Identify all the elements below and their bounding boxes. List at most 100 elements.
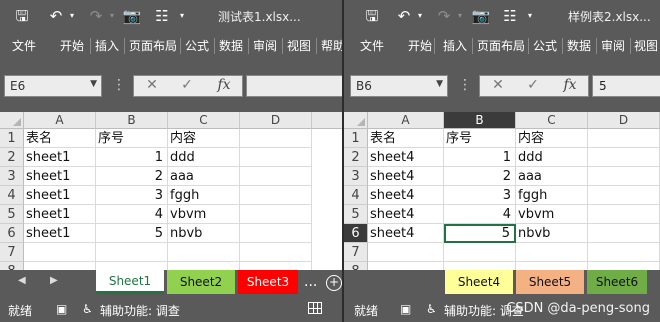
table-cell[interactable]: 3 xyxy=(444,186,516,205)
redo-dropdown-icon[interactable]: ▾ xyxy=(106,6,118,26)
more-sheets-button[interactable]: ... xyxy=(304,274,317,290)
redo-icon[interactable]: ↷ xyxy=(434,6,454,26)
table-cell[interactable]: 序号 xyxy=(96,129,168,148)
table-cell[interactable]: 4 xyxy=(444,205,516,224)
table-cell[interactable]: nbvb xyxy=(516,224,588,243)
tab-insert[interactable]: 插入 xyxy=(95,37,119,54)
customize-toolbar-icon[interactable]: ▾ xyxy=(176,6,188,26)
function-icon[interactable]: fx xyxy=(560,77,580,93)
table-cell[interactable] xyxy=(588,129,660,148)
table-cell[interactable] xyxy=(240,205,312,224)
tab-home[interactable]: 开始 xyxy=(408,37,432,54)
normal-view-icon[interactable] xyxy=(308,302,322,314)
row-header[interactable]: 1 xyxy=(344,129,368,148)
sheet-tab-sheet6[interactable]: Sheet6 xyxy=(587,270,647,294)
chevron-down-icon[interactable]: ▼ xyxy=(90,79,97,89)
formula-bar-grip-icon[interactable]: ⋮ xyxy=(458,75,472,97)
table-cell[interactable]: ddd xyxy=(168,148,240,167)
tab-formulas[interactable]: 公式 xyxy=(185,37,209,54)
table-cell[interactable] xyxy=(240,167,312,186)
table-cell[interactable] xyxy=(588,148,660,167)
check-icon[interactable]: ✓ xyxy=(177,77,197,93)
formula-input[interactable] xyxy=(246,75,342,97)
name-box[interactable]: B6 ▼ xyxy=(350,75,448,97)
row-header[interactable]: 4 xyxy=(344,186,368,205)
tab-review[interactable]: 审阅 xyxy=(601,37,625,54)
column-header[interactable]: C xyxy=(516,112,588,129)
table-cell[interactable] xyxy=(24,243,96,262)
table-cell[interactable]: sheet1 xyxy=(24,148,96,167)
table-cell[interactable] xyxy=(588,243,660,262)
table-cell[interactable]: sheet4 xyxy=(368,186,444,205)
sheet-tab-sheet3[interactable]: Sheet3 xyxy=(238,270,298,294)
camera-icon[interactable]: 📷 xyxy=(471,6,491,26)
tab-view[interactable]: 视图 xyxy=(287,37,311,54)
table-cell[interactable]: 1 xyxy=(444,148,516,167)
name-box[interactable]: E6 ▼ xyxy=(4,75,102,97)
column-header-partial[interactable] xyxy=(312,112,342,129)
table-cell[interactable]: 内容 xyxy=(168,129,240,148)
row-header[interactable]: 7 xyxy=(344,243,368,262)
table-cell[interactable]: fggh xyxy=(516,186,588,205)
formula-input[interactable]: 5 xyxy=(592,75,660,97)
sheet-tab-sheet5[interactable]: Sheet5 xyxy=(516,270,584,294)
tab-file[interactable]: 文件 xyxy=(12,37,36,54)
table-cell[interactable]: 5 xyxy=(96,224,168,243)
sheet-tab-sheet1[interactable]: Sheet1 xyxy=(96,270,164,294)
cancel-icon[interactable]: ✕ xyxy=(488,77,508,93)
row-header[interactable]: 5 xyxy=(0,205,24,224)
row-header[interactable]: 6 xyxy=(0,224,24,243)
select-all-corner[interactable] xyxy=(344,112,368,129)
undo-dropdown-icon[interactable]: ▾ xyxy=(414,6,426,26)
table-cell[interactable] xyxy=(240,243,312,262)
column-header[interactable]: A xyxy=(24,112,96,129)
table-cell[interactable]: sheet4 xyxy=(368,224,444,243)
select-all-corner[interactable] xyxy=(0,112,24,129)
table-cell[interactable]: vbvm xyxy=(516,205,588,224)
row-header[interactable]: 1 xyxy=(0,129,24,148)
table-cell[interactable]: sheet1 xyxy=(24,205,96,224)
active-cell[interactable]: 5 xyxy=(444,224,516,243)
redo-dropdown-icon[interactable]: ▾ xyxy=(454,6,466,26)
table-cell[interactable] xyxy=(444,243,516,262)
row-header[interactable]: 3 xyxy=(0,167,24,186)
table-cell[interactable]: aaa xyxy=(168,167,240,186)
save-icon[interactable]: 🖫 xyxy=(362,6,382,26)
table-cell[interactable] xyxy=(588,224,660,243)
tab-formulas[interactable]: 公式 xyxy=(533,37,557,54)
table-cell[interactable] xyxy=(96,243,168,262)
macro-record-icon[interactable]: ▣ xyxy=(400,302,411,316)
column-header[interactable]: A xyxy=(368,112,444,129)
row-header[interactable]: 2 xyxy=(0,148,24,167)
tab-page-layout[interactable]: 页面布局 xyxy=(477,37,525,54)
check-icon[interactable]: ✓ xyxy=(523,77,543,93)
tab-view[interactable]: 视图 xyxy=(634,37,658,54)
customize-toolbar-icon[interactable]: ▾ xyxy=(524,6,536,26)
table-cell[interactable]: sheet4 xyxy=(368,205,444,224)
tab-home[interactable]: 开始 xyxy=(60,37,84,54)
table-cell[interactable]: sheet4 xyxy=(368,148,444,167)
table-cell[interactable]: 2 xyxy=(96,167,168,186)
table-cell[interactable]: 1 xyxy=(96,148,168,167)
table-cell[interactable] xyxy=(588,186,660,205)
table-cell[interactable]: 4 xyxy=(96,205,168,224)
accessibility-status[interactable]: 辅助功能: 调查 xyxy=(100,302,180,319)
column-header-selected[interactable]: B xyxy=(444,112,516,129)
table-cell[interactable] xyxy=(368,243,444,262)
table-cell[interactable]: aaa xyxy=(516,167,588,186)
tab-help[interactable]: 帮助 xyxy=(321,37,342,54)
table-cell[interactable]: 3 xyxy=(96,186,168,205)
table-cell[interactable] xyxy=(588,167,660,186)
add-sheet-button[interactable]: + xyxy=(326,275,342,291)
function-icon[interactable]: fx xyxy=(214,77,234,93)
row-header[interactable]: 4 xyxy=(0,186,24,205)
tab-file[interactable]: 文件 xyxy=(360,37,384,54)
table-cell[interactable]: 序号 xyxy=(444,129,516,148)
table-cell[interactable] xyxy=(240,186,312,205)
tab-data[interactable]: 数据 xyxy=(567,37,591,54)
table-cell[interactable]: sheet4 xyxy=(368,167,444,186)
row-header[interactable]: 2 xyxy=(344,148,368,167)
table-cell[interactable]: 2 xyxy=(444,167,516,186)
tab-insert[interactable]: 插入 xyxy=(443,37,467,54)
accessibility-icon[interactable]: ♿ xyxy=(82,302,93,316)
